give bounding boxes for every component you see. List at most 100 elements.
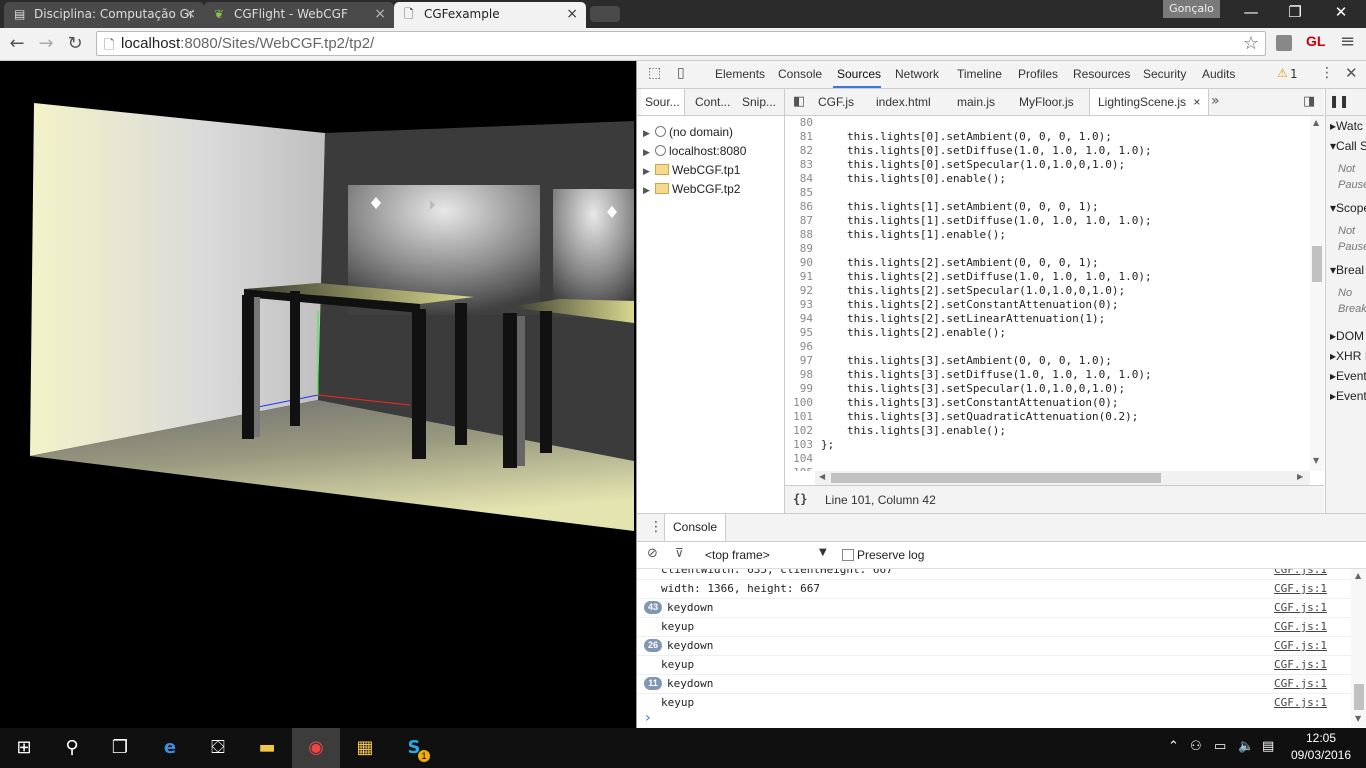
restore-icon[interactable]: ❐ [1272, 0, 1318, 26]
tab-security[interactable]: Security [1143, 67, 1186, 81]
scroll-thumb[interactable] [831, 473, 1161, 483]
code-line[interactable]: 94 this.lights[2].setLinearAttenuation(1)… [785, 312, 1106, 326]
expand-icon[interactable]: ▶ [643, 181, 653, 200]
pretty-print-icon[interactable]: {} [793, 492, 807, 506]
url-text[interactable]: localhost:8080/Sites/WebCGF.tp2/tp2/ [121, 35, 374, 52]
toggle-navigator-icon[interactable]: ◧ [793, 94, 805, 109]
edge-icon[interactable]: e [146, 728, 194, 768]
tab-network[interactable]: Network [895, 67, 939, 81]
code-line[interactable]: 86 this.lights[1].setAmbient(0, 0, 0, 1); [785, 200, 1099, 214]
toggle-debugger-icon[interactable]: ◨ [1303, 94, 1315, 109]
console-scrollbar[interactable]: ▲ ▼ [1351, 569, 1366, 727]
file-tab-main[interactable]: main.js [957, 89, 995, 115]
tab-sources-nav[interactable]: Sour... [641, 89, 685, 115]
back-icon[interactable]: ← [5, 32, 29, 56]
new-tab-button[interactable] [590, 6, 620, 22]
code-line[interactable]: 98 this.lights[3].setDiffuse(1.0, 1.0, 1.… [785, 368, 1152, 382]
code-line[interactable]: 87 this.lights[1].setDiffuse(1.0, 1.0, 1.… [785, 214, 1152, 228]
console-message[interactable]: keyup CGF.js:1 [637, 693, 1351, 709]
warning-count[interactable]: 1 [1290, 67, 1298, 81]
code-line[interactable]: 104 [785, 452, 847, 466]
scroll-left-icon[interactable]: ◀ [819, 472, 825, 481]
notification-icon[interactable]: ▤ [1262, 739, 1274, 754]
frame-select[interactable]: <top frame> [705, 548, 770, 562]
tab-content-scripts[interactable]: Cont... [695, 95, 730, 109]
line-number[interactable]: 96 [785, 340, 821, 354]
tab-timeline[interactable]: Timeline [957, 67, 1002, 81]
webgl-canvas[interactable] [0, 61, 634, 728]
section-call-stack[interactable]: ▾Call S [1330, 139, 1366, 153]
line-number[interactable]: 82 [785, 144, 821, 158]
code-line[interactable]: 100 this.lights[3].setConstantAttenuation… [785, 396, 1118, 410]
clear-console-icon[interactable]: ⊘ [647, 546, 658, 561]
menu-icon[interactable]: ≡ [1340, 31, 1355, 52]
console-source-link[interactable]: CGF.js:1 [1274, 693, 1327, 709]
scroll-down-icon[interactable]: ▼ [1313, 456, 1319, 465]
code-line[interactable]: 96 [785, 340, 847, 354]
tab-resources[interactable]: Resources [1073, 67, 1130, 81]
line-number[interactable]: 83 [785, 158, 821, 172]
forward-icon[interactable]: → [34, 32, 58, 56]
tab-audits[interactable]: Audits [1202, 67, 1235, 81]
console-source-link[interactable]: CGF.js:1 [1274, 617, 1327, 636]
people-icon[interactable]: ⚇ [1190, 739, 1202, 754]
gl-extension-icon[interactable]: GL [1306, 33, 1325, 49]
line-number[interactable]: 102 [785, 424, 821, 438]
more-options-icon[interactable]: ⋮ [1320, 65, 1334, 81]
browser-tab-cgfexample[interactable]: 🗋 CGFexample × [394, 2, 586, 28]
code-line[interactable]: 80 [785, 116, 847, 130]
line-number[interactable]: 88 [785, 228, 821, 242]
tab-console[interactable]: Console [778, 67, 822, 81]
start-icon[interactable]: ⊞ [0, 728, 48, 768]
page-info-icon[interactable]: 🗋 [104, 36, 114, 58]
more-tabs-icon[interactable]: » [1211, 93, 1220, 109]
code-line[interactable]: 92 this.lights[2].setSpecular(1.0,1.0,0,1… [785, 284, 1125, 298]
code-line[interactable]: 102 this.lights[3].enable(); [785, 424, 1006, 438]
code-line[interactable]: 83 this.lights[0].setSpecular(1.0,1.0,0,1… [785, 158, 1125, 172]
chevron-up-icon[interactable]: ⌃ [1168, 739, 1179, 754]
browser-tab-disciplina[interactable]: ▤ Disciplina: Computação Gr × [4, 2, 204, 28]
section-xhr-breakpoints[interactable]: ▸XHR I [1330, 349, 1366, 363]
line-number[interactable]: 87 [785, 214, 821, 228]
expand-icon[interactable]: ▶ [643, 143, 653, 162]
code-line[interactable]: 85 [785, 186, 847, 200]
line-number[interactable]: 84 [785, 172, 821, 186]
close-devtools-icon[interactable]: ✕ [1345, 64, 1358, 82]
tree-item-webcgf-tp1[interactable]: ▶ WebCGF.tp1 [643, 161, 740, 180]
console-message[interactable]: 43 keydown CGF.js:1 [637, 598, 1351, 618]
search-icon[interactable]: ⚲ [48, 728, 96, 768]
console-message[interactable]: 26 keydown CGF.js:1 [637, 636, 1351, 656]
scroll-up-icon[interactable]: ▲ [1355, 571, 1361, 580]
scroll-right-icon[interactable]: ▶ [1297, 472, 1303, 481]
line-number[interactable]: 95 [785, 326, 821, 340]
vertical-scrollbar[interactable]: ▲ ▼ [1310, 116, 1324, 471]
console-source-link[interactable]: CGF.js:1 [1274, 636, 1327, 655]
section-event-breakpoints[interactable]: ▸Event [1330, 389, 1366, 403]
pause-icon[interactable]: ❚❚ [1329, 94, 1349, 108]
code-line[interactable]: 93 this.lights[2].setConstantAttenuation(… [785, 298, 1119, 312]
scroll-up-icon[interactable]: ▲ [1313, 118, 1319, 127]
section-breakpoints[interactable]: ▾Breal [1330, 263, 1364, 277]
tab-elements[interactable]: Elements [715, 67, 765, 81]
profile-button[interactable]: Gonçalo [1163, 0, 1220, 18]
minimize-icon[interactable]: — [1228, 0, 1274, 26]
section-scope[interactable]: ▾Scope [1330, 201, 1366, 215]
battery-icon[interactable]: ▭ [1214, 739, 1226, 754]
skype-icon[interactable]: S [390, 728, 438, 768]
reload-icon[interactable]: ↻ [63, 32, 87, 56]
line-number[interactable]: 91 [785, 270, 821, 284]
code-line[interactable]: 103}; [785, 438, 834, 452]
inspect-icon[interactable]: ⬚ [648, 65, 661, 81]
console-message[interactable]: 11 keydown CGF.js:1 [637, 674, 1351, 694]
line-number[interactable]: 81 [785, 130, 821, 144]
warning-icon[interactable]: ⚠ [1277, 66, 1288, 80]
apps-icon[interactable]: ▦ [341, 728, 389, 768]
horizontal-scrollbar[interactable]: ◀ ▶ [815, 471, 1310, 485]
file-tab-index[interactable]: index.html [876, 89, 931, 115]
close-icon[interactable]: × [1193, 95, 1200, 109]
tree-item-no-domain[interactable]: ▶ (no domain) [643, 123, 733, 142]
file-tab-cgf[interactable]: CGF.js [818, 89, 854, 115]
extension-icon[interactable] [1276, 35, 1292, 51]
clock-date[interactable]: 09/03/2016 [1285, 748, 1357, 762]
expand-icon[interactable]: ▶ [643, 162, 653, 181]
